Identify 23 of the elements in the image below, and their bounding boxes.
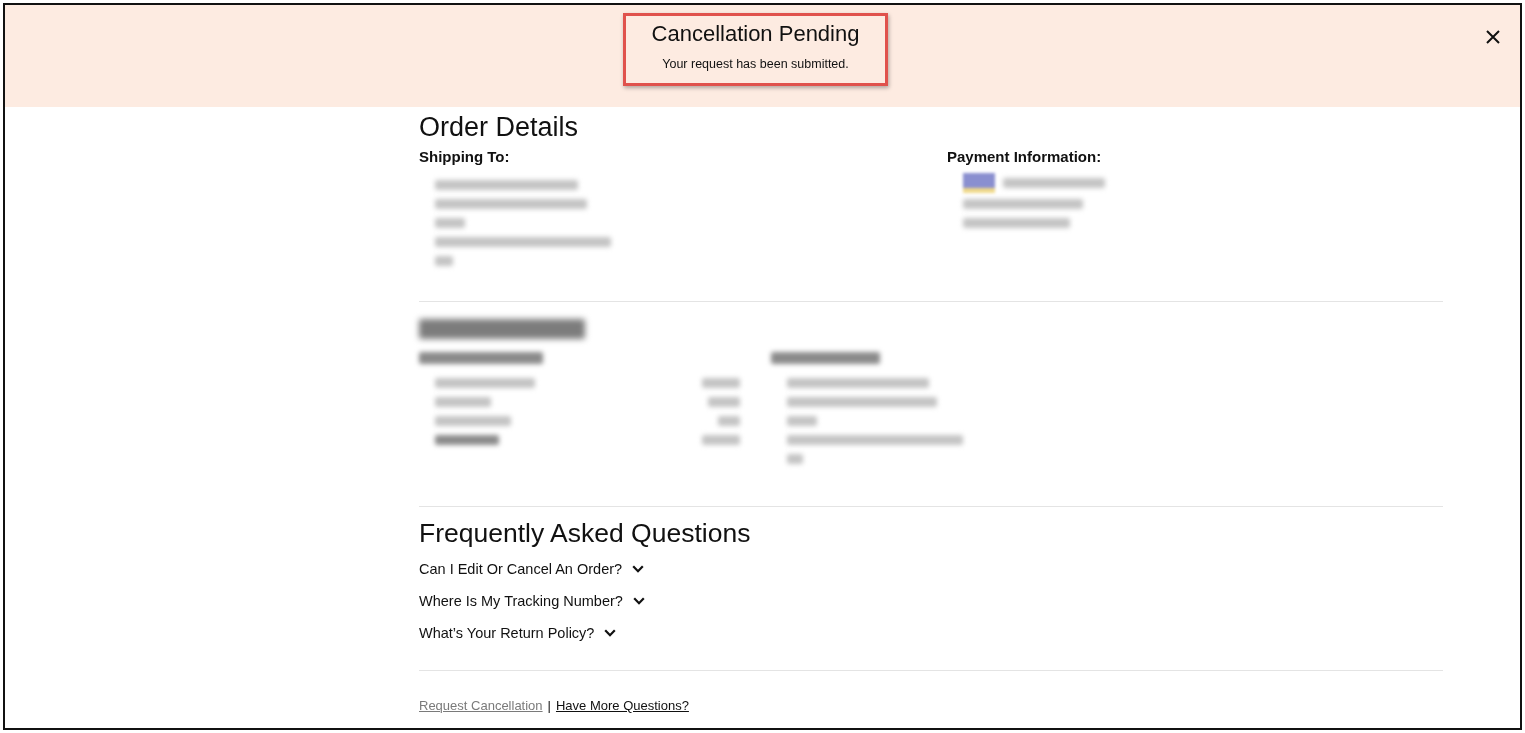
- faq-heading: Frequently Asked Questions: [419, 518, 752, 548]
- blurred-text: [702, 434, 740, 445]
- payment-label: Payment Information:: [947, 148, 1103, 166]
- blurred-text: [787, 453, 803, 464]
- footer-link[interactable]: Have More Questions?: [555, 697, 689, 715]
- blurred-text: [435, 396, 491, 407]
- close-icon: [1486, 30, 1500, 44]
- banner-title: Cancellation Pending: [651, 21, 860, 47]
- section-heading: Order Details: [419, 113, 580, 141]
- faq-question[interactable]: Can I Edit Or Cancel An Order?: [419, 558, 645, 580]
- blurred-text: [718, 415, 740, 426]
- faq-question[interactable]: Where Is My Tracking Number?: [419, 590, 645, 612]
- faq-question[interactable]: What’s Your Return Policy?: [419, 622, 617, 644]
- blurred-card-icon: [963, 173, 995, 193]
- blurred-text: [435, 217, 465, 228]
- blurred-text: [702, 377, 740, 388]
- shipping-label: Shipping To:: [419, 148, 511, 166]
- blurred-text: [435, 255, 453, 266]
- link-separator: |: [547, 697, 551, 715]
- banner-message: Your request has been submitted.: [662, 56, 849, 72]
- blurred-text: [435, 434, 499, 445]
- blurred-text: [708, 396, 740, 407]
- blurred-text: [787, 415, 817, 426]
